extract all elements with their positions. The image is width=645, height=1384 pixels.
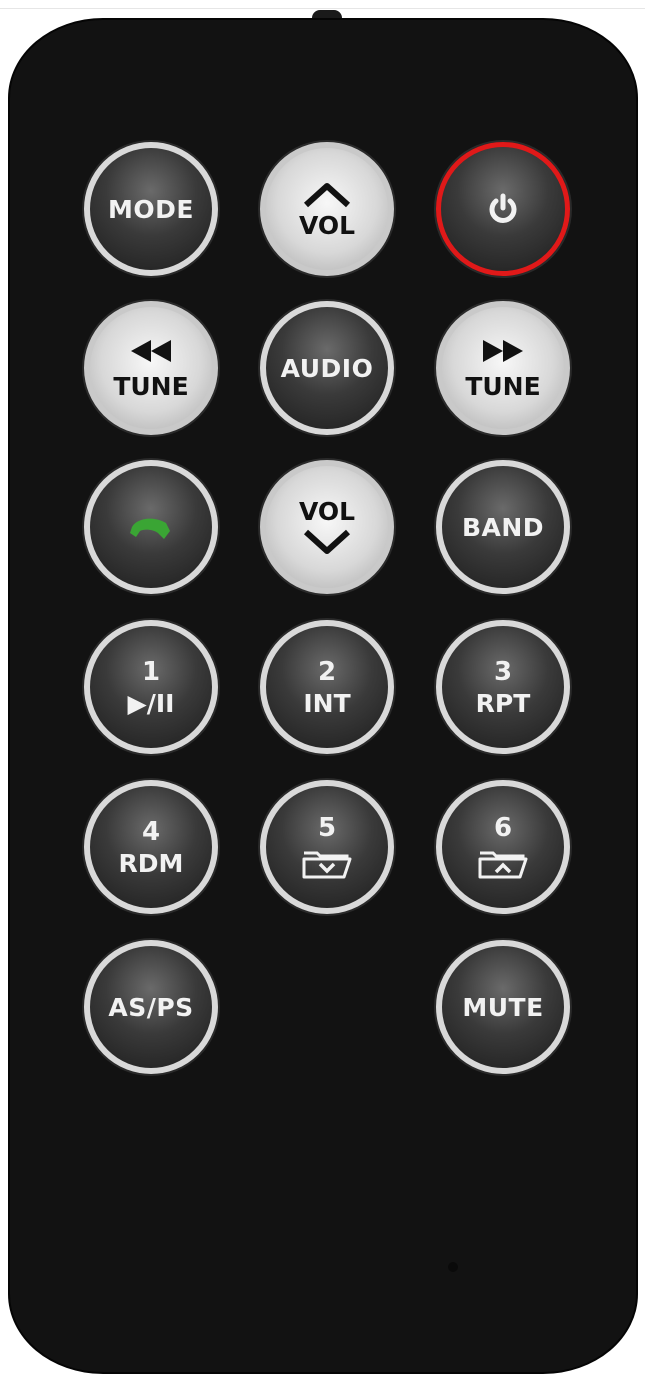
folder-down-number: 5: [317, 813, 337, 843]
random-button[interactable]: 4 RDM: [84, 780, 218, 914]
rewind-icon: [131, 339, 171, 362]
band-button[interactable]: BAND: [436, 460, 570, 594]
play-pause-label: ▶/II: [127, 688, 175, 718]
call-button[interactable]: [84, 460, 218, 594]
tune-forward-button[interactable]: TUNE: [436, 301, 570, 435]
volume-down-label: VOL: [298, 496, 356, 526]
mute-button[interactable]: MUTE: [436, 940, 570, 1074]
volume-down-button[interactable]: VOL: [260, 460, 394, 594]
repeat-label: RPT: [475, 688, 531, 718]
intro-button[interactable]: 2 INT: [260, 620, 394, 754]
as-ps-label: AS/PS: [108, 992, 194, 1022]
repeat-button[interactable]: 3 RPT: [436, 620, 570, 754]
folder-up-icon: [478, 851, 528, 879]
volume-up-label: VOL: [298, 210, 356, 240]
audio-button[interactable]: AUDIO: [260, 301, 394, 435]
play-pause-number: 1: [141, 656, 161, 687]
folder-up-button[interactable]: 6: [436, 780, 570, 914]
mode-button[interactable]: MODE: [84, 142, 218, 276]
mode-label: MODE: [108, 194, 194, 224]
power-button[interactable]: [436, 142, 570, 276]
as-ps-button[interactable]: AS/PS: [84, 940, 218, 1074]
folder-up-number: 6: [493, 813, 513, 843]
repeat-number: 3: [493, 656, 513, 687]
tune-forward-label: TUNE: [465, 371, 541, 401]
intro-number: 2: [317, 656, 337, 687]
audio-label: AUDIO: [280, 353, 374, 383]
ir-sensor-dot: [448, 1262, 458, 1272]
fast-forward-icon: [483, 339, 523, 362]
folder-down-icon: [302, 851, 352, 879]
band-label: BAND: [461, 512, 545, 542]
volume-up-button[interactable]: VOL: [260, 142, 394, 276]
random-number: 4: [141, 816, 161, 847]
phone-icon: [130, 518, 170, 539]
tune-back-label: TUNE: [113, 371, 189, 401]
chevron-down-icon: [303, 529, 351, 554]
random-label: RDM: [118, 848, 184, 878]
intro-label: INT: [303, 688, 351, 718]
chevron-up-icon: [303, 182, 351, 207]
top-edge-line: [0, 8, 645, 9]
tune-back-button[interactable]: TUNE: [84, 301, 218, 435]
power-icon: [489, 193, 517, 223]
mute-label: MUTE: [462, 992, 544, 1022]
play-pause-button[interactable]: 1 ▶/II: [84, 620, 218, 754]
folder-down-button[interactable]: 5: [260, 780, 394, 914]
